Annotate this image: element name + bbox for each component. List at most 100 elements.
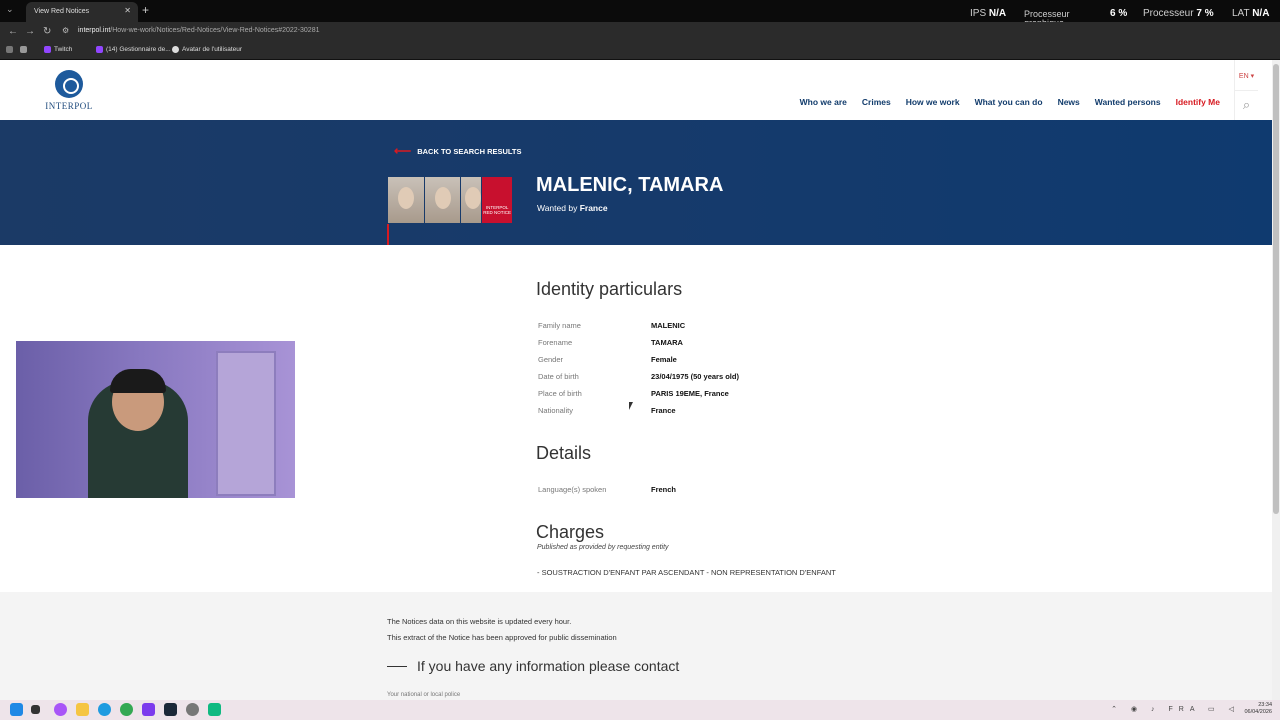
nav-how-we-work[interactable]: How we work bbox=[906, 97, 960, 107]
browser-tab[interactable]: View Red Notices ✕ bbox=[26, 2, 138, 22]
edge-icon[interactable] bbox=[98, 703, 111, 716]
nav-identify-me[interactable]: Identify Me bbox=[1176, 97, 1220, 107]
wanted-by-country: France bbox=[579, 203, 608, 213]
arrow-left-icon: ⟵ bbox=[394, 144, 412, 158]
lat-label: LAT bbox=[1232, 8, 1250, 19]
twitch-icon bbox=[44, 46, 51, 53]
clock-date: 06/04/2026 bbox=[1244, 709, 1272, 715]
url-path: /How-we-work/Notices/Red-Notices/View-Re… bbox=[110, 27, 320, 34]
contact-text: If you have any information please conta… bbox=[417, 658, 680, 674]
search-icon[interactable]: ⌕ bbox=[1234, 90, 1258, 120]
app-icon[interactable] bbox=[54, 703, 67, 716]
back-icon[interactable]: ← bbox=[8, 26, 18, 37]
reload-icon[interactable]: ↻ bbox=[43, 26, 51, 37]
field-label: Place of birth bbox=[538, 389, 582, 398]
nav-who-we-are[interactable]: Who we are bbox=[800, 97, 847, 107]
red-notice-badge: INTERPOL RED NOTICE bbox=[482, 177, 512, 223]
close-tab-icon[interactable]: ✕ bbox=[124, 6, 131, 15]
field-value: Female bbox=[651, 355, 677, 364]
field-label: Date of birth bbox=[538, 372, 579, 381]
perf-overlay-ips: IPS N/A bbox=[970, 8, 1006, 19]
webcam-overlay bbox=[16, 341, 295, 498]
mouse-cursor-icon bbox=[629, 402, 633, 410]
scrollbar-thumb[interactable] bbox=[1273, 64, 1279, 514]
identity-heading: Identity particulars bbox=[536, 279, 683, 299]
field-value: France bbox=[651, 406, 676, 415]
url-domain: interpol.int bbox=[78, 27, 111, 34]
clock[interactable]: 23:34 06/04/2026 bbox=[1244, 702, 1272, 716]
contact-heading: If you have any information please conta… bbox=[387, 658, 679, 674]
lat-value: N/A bbox=[1252, 8, 1270, 19]
system-tray-icons[interactable]: ⌃ ◉ ♪ FRA ▭ ◁ bbox=[1111, 705, 1240, 713]
bookmarks-bar: Twitch (14) Gestionnaire de... Avatar de… bbox=[0, 42, 1280, 60]
cpu-value: 7 % bbox=[1196, 8, 1214, 19]
bookmark-label: Avatar de l'utilisateur bbox=[182, 46, 243, 53]
task-view-icon[interactable] bbox=[31, 705, 40, 714]
interpol-emblem-icon bbox=[55, 70, 83, 98]
field-label: Forename bbox=[538, 338, 573, 347]
back-to-results-link[interactable]: ⟵ BACK TO SEARCH RESULTS bbox=[394, 144, 522, 158]
back-label: BACK TO SEARCH RESULTS bbox=[417, 146, 522, 156]
logo-text: INTERPOL bbox=[45, 101, 93, 111]
start-icon[interactable] bbox=[10, 703, 23, 716]
perf-overlay-cpu: Processeur 7 % bbox=[1143, 8, 1214, 19]
photo-gallery[interactable]: INTERPOL RED NOTICE bbox=[388, 177, 512, 223]
details-heading: Details bbox=[536, 443, 592, 463]
notice-footer: The Notices data on this website is upda… bbox=[0, 592, 1272, 700]
bookmark-folder-icon[interactable] bbox=[20, 46, 27, 53]
suspect-photo[interactable] bbox=[424, 177, 461, 223]
new-tab-button[interactable]: + bbox=[142, 3, 149, 17]
site-info-icon[interactable]: ⚙ bbox=[62, 26, 69, 35]
bookmark-avatar[interactable]: Avatar de l'utilisateur bbox=[172, 46, 242, 53]
field-value: PARIS 19EME, France bbox=[651, 389, 729, 398]
ips-value: N/A bbox=[988, 8, 1007, 19]
interpol-logo[interactable]: INTERPOL bbox=[44, 70, 94, 111]
tab-title: View Red Notices bbox=[34, 8, 90, 15]
browser-tab-strip: ⌄ View Red Notices ✕ + IPS N/A Processeu… bbox=[0, 0, 1280, 28]
url-field[interactable]: interpol.int/How-we-work/Notices/Red-Not… bbox=[78, 27, 319, 34]
field-value: 23/04/1975 (50 years old) bbox=[651, 372, 739, 381]
twitch-icon[interactable] bbox=[142, 703, 155, 716]
wanted-prefix: Wanted by bbox=[537, 203, 578, 213]
footer-police-text: Your national or local police bbox=[387, 692, 461, 698]
nav-crimes[interactable]: Crimes bbox=[862, 97, 891, 107]
steam-icon[interactable] bbox=[164, 703, 177, 716]
bookmark-label: (14) Gestionnaire de... bbox=[106, 46, 171, 53]
notice-hero: ⟵ BACK TO SEARCH RESULTS INTERPOL RED NO… bbox=[0, 120, 1272, 245]
field-label: Language(s) spoken bbox=[538, 485, 607, 494]
divider bbox=[387, 665, 407, 667]
chrome-icon[interactable] bbox=[120, 703, 133, 716]
tab-list-icon[interactable]: ⌄ bbox=[6, 4, 14, 15]
forward-icon[interactable]: → bbox=[25, 26, 35, 37]
globe-icon bbox=[172, 46, 179, 53]
wanted-person-name: MALENIC, TAMARA bbox=[536, 174, 724, 196]
language-selector[interactable]: EN ▾ bbox=[1234, 60, 1258, 90]
field-value: TAMARA bbox=[651, 338, 683, 347]
suspect-photo[interactable] bbox=[461, 177, 482, 223]
bookmark-twitch[interactable]: Twitch bbox=[44, 46, 72, 53]
main-nav: Who we are Crimes How we work What you c… bbox=[800, 97, 1220, 107]
suspect-photo[interactable] bbox=[388, 177, 424, 223]
windows-taskbar: ⌃ ◉ ♪ FRA ▭ ◁ 23:34 06/04/2026 bbox=[0, 700, 1280, 720]
address-bar: ← → ↻ ⚙ interpol.int/How-we-work/Notices… bbox=[0, 22, 1280, 42]
field-label: Gender bbox=[538, 355, 564, 364]
twitch-icon bbox=[96, 46, 103, 53]
apps-icon[interactable] bbox=[6, 46, 13, 53]
app-icon[interactable] bbox=[208, 703, 221, 716]
settings-icon[interactable] bbox=[186, 703, 199, 716]
bookmark-label: Twitch bbox=[54, 46, 73, 53]
nav-wanted-persons[interactable]: Wanted persons bbox=[1095, 97, 1161, 107]
file-explorer-icon[interactable] bbox=[76, 703, 89, 716]
input-language[interactable]: FRA bbox=[1168, 706, 1200, 713]
bookmark-gestionnaire[interactable]: (14) Gestionnaire de... bbox=[96, 46, 171, 53]
notice-label-2: RED NOTICE bbox=[483, 210, 511, 215]
field-value: MALENIC bbox=[651, 321, 686, 330]
site-header: INTERPOL Who we are Crimes How we work W… bbox=[0, 60, 1272, 120]
nav-news[interactable]: News bbox=[1058, 97, 1080, 107]
field-value: French bbox=[651, 485, 677, 494]
streamer-cap bbox=[110, 369, 166, 393]
field-label: Family name bbox=[538, 321, 581, 330]
nav-what-you-can-do[interactable]: What you can do bbox=[975, 97, 1043, 107]
clock-time: 23:34 bbox=[1258, 702, 1272, 708]
charges-subtitle: Published as provided by requesting enti… bbox=[537, 544, 669, 551]
